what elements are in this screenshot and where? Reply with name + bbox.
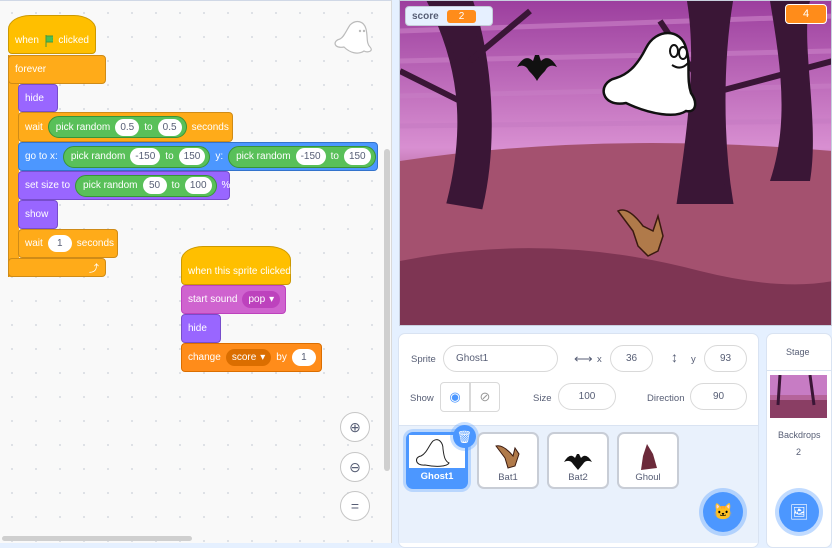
x-arrows-icon: ⟷ bbox=[574, 351, 593, 366]
x-input[interactable]: 36 bbox=[610, 345, 653, 372]
forever-end: ⤴ bbox=[8, 258, 106, 277]
eye-icon: ◉ bbox=[449, 389, 461, 404]
bat2-sprite bbox=[517, 55, 557, 81]
delete-sprite-button[interactable]: 🗑 bbox=[453, 425, 476, 448]
trash-icon: 🗑 bbox=[456, 429, 473, 444]
sprite-tile-bat2[interactable]: Bat2 bbox=[547, 432, 609, 489]
vertical-scrollbar[interactable] bbox=[384, 149, 390, 471]
variable-dropdown[interactable]: score ▾ bbox=[225, 349, 272, 366]
wait-seconds-block[interactable]: wait 1 seconds bbox=[18, 229, 118, 258]
random-from-input[interactable]: 0.5 bbox=[115, 118, 140, 136]
forever-block[interactable]: forever bbox=[8, 55, 106, 84]
size-to-input[interactable]: 100 bbox=[184, 177, 212, 194]
change-by-input[interactable]: 1 bbox=[291, 349, 316, 366]
direction-input[interactable]: 90 bbox=[690, 383, 747, 410]
hide-block-2[interactable]: hide bbox=[181, 314, 221, 343]
sprite-tile-ghoul[interactable]: Ghoul bbox=[617, 432, 679, 489]
choose-backdrop-button[interactable]: 🖼 bbox=[779, 492, 819, 532]
pick-random-reporter[interactable]: pick random 0.5 to 0.5 bbox=[47, 116, 187, 138]
size-input[interactable]: 100 bbox=[558, 383, 616, 410]
loop-arrow-icon: ⤴ bbox=[89, 264, 99, 275]
bat2-thumbnail bbox=[564, 454, 592, 470]
y-to-input[interactable]: 150 bbox=[343, 148, 371, 165]
show-hidden-button[interactable]: ⊘ bbox=[470, 382, 500, 412]
zoom-in-icon: ⊕ bbox=[349, 418, 361, 435]
green-flag-icon bbox=[45, 34, 54, 47]
zoom-out-icon: ⊖ bbox=[349, 458, 361, 475]
score-value: 2 bbox=[446, 9, 477, 23]
y-arrows-icon: ↕ bbox=[671, 349, 678, 365]
y-input[interactable]: 93 bbox=[704, 345, 747, 372]
size-from-input[interactable]: 50 bbox=[142, 177, 167, 194]
wait-block[interactable]: wait pick random 0.5 to 0.5 seconds bbox=[18, 112, 233, 142]
zoom-reset-icon: = bbox=[350, 498, 360, 514]
bat1-sprite bbox=[616, 209, 664, 257]
zoom-out-button[interactable]: ⊖ bbox=[340, 452, 370, 482]
choose-sprite-button[interactable]: 🐱 bbox=[703, 492, 743, 532]
score-monitor: score 2 bbox=[405, 6, 493, 26]
counter-monitor: 4 bbox=[785, 4, 827, 24]
pick-random-x-reporter[interactable]: pick random -150 to 150 bbox=[62, 145, 211, 168]
ghost-sprite[interactable] bbox=[596, 23, 706, 118]
horizontal-scrollbar[interactable] bbox=[2, 536, 192, 541]
when-flag-clicked-block[interactable]: when clicked bbox=[8, 15, 96, 54]
zoom-in-button[interactable]: ⊕ bbox=[340, 412, 370, 442]
eye-off-icon: ⊘ bbox=[479, 389, 491, 404]
ghoul-thumbnail bbox=[641, 444, 657, 470]
wait-seconds-input[interactable]: 1 bbox=[47, 235, 72, 252]
stage-pane-divider bbox=[767, 370, 831, 371]
stage-canvas[interactable]: score 2 4 bbox=[399, 0, 832, 326]
show-block[interactable]: show bbox=[18, 200, 58, 229]
start-sound-block[interactable]: start sound pop ▾ bbox=[181, 285, 286, 314]
sprite-tile-bat1[interactable]: Bat1 bbox=[477, 432, 539, 489]
cat-plus-icon: 🐱 bbox=[713, 504, 733, 521]
sprite-name-input[interactable]: Ghost1 bbox=[443, 345, 558, 372]
zoom-reset-button[interactable]: = bbox=[340, 491, 370, 521]
random-to-input[interactable]: 0.5 bbox=[157, 118, 182, 136]
pick-random-size-reporter[interactable]: pick random 50 to 100 bbox=[75, 174, 217, 197]
code-area[interactable]: when clicked forever hide wait pick rand… bbox=[0, 0, 392, 543]
sprite-ghost-watermark bbox=[334, 20, 372, 54]
change-variable-block[interactable]: change score ▾ by 1 bbox=[181, 343, 322, 372]
sound-dropdown[interactable]: pop ▾ bbox=[242, 291, 281, 308]
hide-block[interactable]: hide bbox=[18, 84, 58, 112]
dropdown-arrow-icon: ▾ bbox=[269, 294, 275, 305]
x-to-input[interactable]: 150 bbox=[178, 148, 206, 165]
y-from-input[interactable]: -150 bbox=[295, 148, 326, 165]
set-size-block[interactable]: set size to pick random 50 to 100 % bbox=[18, 171, 230, 200]
dropdown-arrow-icon: ▾ bbox=[260, 352, 266, 363]
go-to-xy-block[interactable]: go to x: pick random -150 to 150 y: pick ra… bbox=[18, 142, 378, 171]
show-visible-button[interactable]: ◉ bbox=[440, 382, 470, 412]
backdrop-thumbnail[interactable] bbox=[770, 375, 827, 418]
x-from-input[interactable]: -150 bbox=[130, 148, 161, 165]
when-sprite-clicked-block[interactable]: when this sprite clicked bbox=[181, 246, 291, 285]
pick-random-y-reporter[interactable]: pick random -150 to 150 bbox=[228, 145, 376, 168]
image-plus-icon: 🖼 bbox=[789, 504, 809, 521]
bat1-thumbnail bbox=[495, 445, 520, 469]
